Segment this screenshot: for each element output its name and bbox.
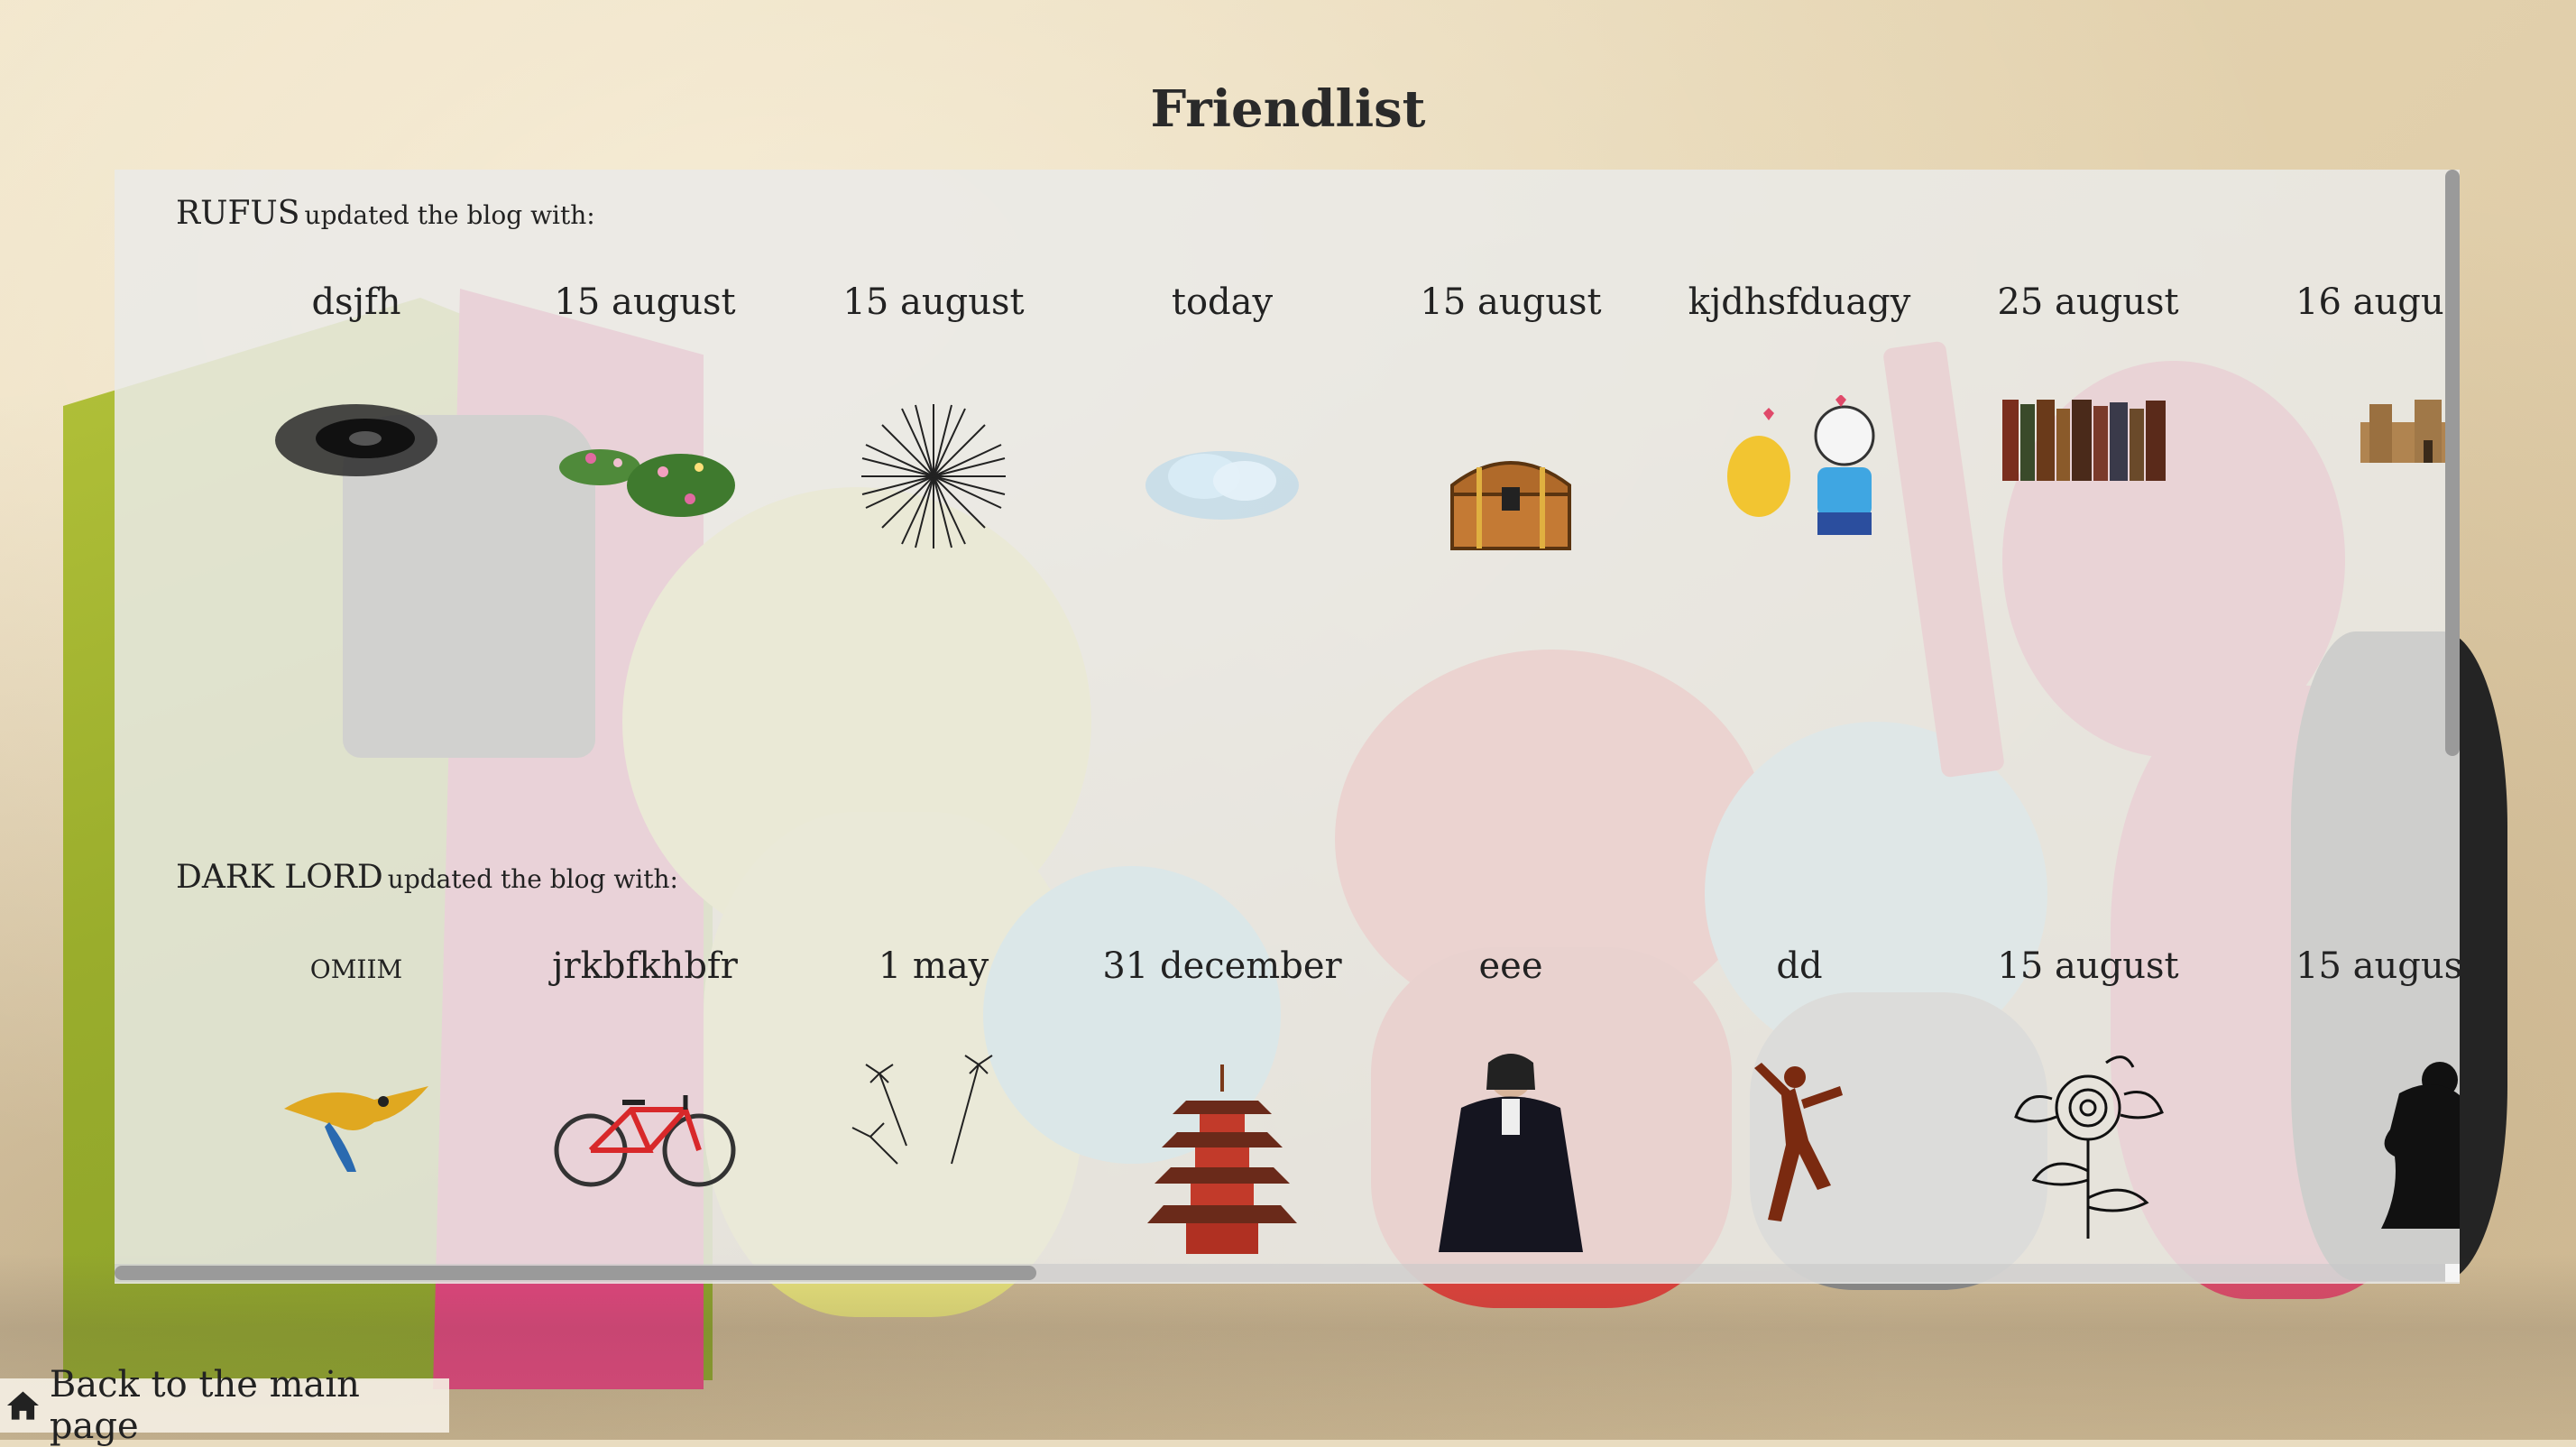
friendlist-panel[interactable]: RUFUS updated the blog with: dsjfh 15 au…: [115, 170, 2460, 1284]
friend-name[interactable]: RUFUS: [176, 195, 299, 232]
entry-label: eee: [1478, 945, 1543, 987]
entry-label: 15 august: [1997, 945, 2179, 987]
entry-label: jrkbfkhbfr: [552, 945, 738, 987]
bicycle-image[interactable]: [550, 1083, 740, 1191]
parrot-image[interactable]: [275, 1073, 437, 1181]
update-text: updated the blog with:: [387, 864, 678, 894]
old-books-image[interactable]: [1998, 395, 2178, 485]
woman-silhouette-image[interactable]: [2363, 1057, 2460, 1229]
flower-bushes-image[interactable]: [555, 431, 735, 521]
pagoda-image[interactable]: [1145, 1065, 1299, 1254]
caped-man-image[interactable]: [1434, 1045, 1587, 1252]
entry-label: 15 augus: [2295, 945, 2460, 987]
update-heading: DARK LORD updated the blog with:: [176, 859, 678, 896]
friend-name[interactable]: DARK LORD: [176, 859, 383, 896]
entry-label: 1 may: [878, 945, 989, 987]
entry-label: 25 august: [1997, 281, 2179, 323]
dandelion-seeds-image[interactable]: [843, 1046, 1024, 1191]
entry-label: 31 december: [1102, 945, 1342, 987]
entry-label: 16 augus: [2295, 281, 2460, 323]
firework-burst-image[interactable]: [857, 400, 1010, 553]
entry-label: 15 august: [1420, 281, 1602, 323]
galaxy-image[interactable]: [266, 386, 446, 494]
entry-label: 15 august: [842, 281, 1025, 323]
entry-label: dd: [1776, 945, 1823, 987]
entry-label: OMIIM: [309, 954, 403, 984]
back-to-main-link[interactable]: Back to the main page: [0, 1364, 449, 1447]
entry-label: kjdhsfduagy: [1688, 281, 1911, 323]
entry-label: today: [1171, 281, 1274, 323]
home-icon: [6, 1391, 39, 1420]
cloud-image[interactable]: [1141, 436, 1303, 526]
vertical-scrollbar[interactable]: [2445, 170, 2460, 756]
back-link-label: Back to the main page: [49, 1364, 360, 1447]
entry-label: 15 august: [554, 281, 736, 323]
update-text: updated the blog with:: [304, 200, 595, 230]
horizontal-scrollbar[interactable]: [115, 1266, 1036, 1280]
treasure-chest-image[interactable]: [1443, 440, 1578, 558]
entry-label: dsjfh: [311, 281, 401, 323]
friend-section: RUFUS updated the blog with: dsjfh 15 au…: [115, 170, 2460, 801]
update-heading: RUFUS updated the blog with:: [176, 195, 595, 232]
rose-sketch-image[interactable]: [1998, 1045, 2178, 1243]
page-title: Friendlist: [1150, 79, 1426, 139]
jake-and-finn-image[interactable]: [1709, 395, 1890, 548]
leaping-figure-image[interactable]: [1745, 1050, 1854, 1230]
friend-section: DARK LORD updated the blog with: OMIIM j…: [115, 834, 2460, 1284]
scroll-corner: [2445, 1264, 2460, 1282]
